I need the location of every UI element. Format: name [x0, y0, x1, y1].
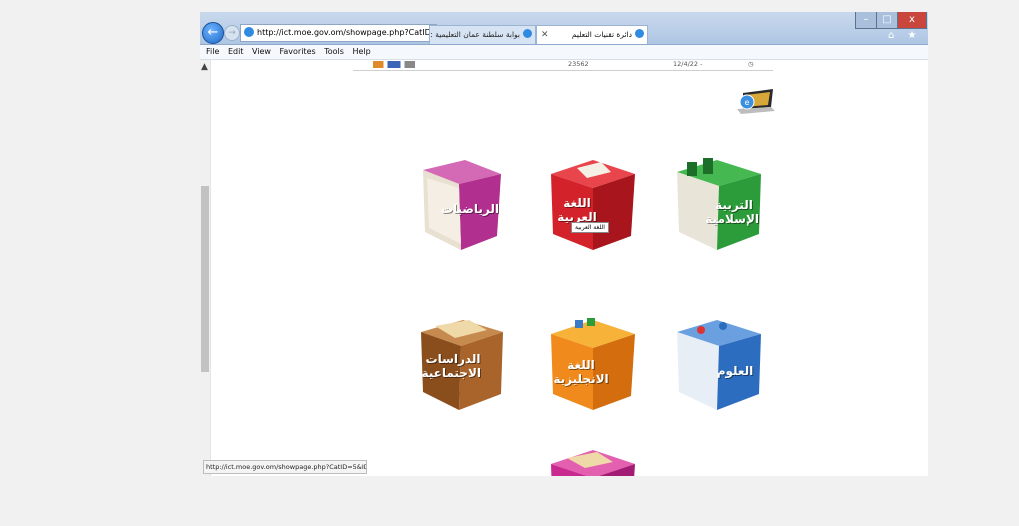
- scroll-thumb[interactable]: [201, 186, 209, 372]
- ie-tab-icon: [523, 29, 532, 38]
- minimize-button[interactable]: –: [855, 12, 877, 29]
- menu-favorites[interactable]: Favorites: [280, 47, 316, 56]
- menu-help[interactable]: Help: [352, 47, 370, 56]
- subject-box-art[interactable]: [547, 446, 637, 476]
- clock-icon: ◷: [748, 60, 754, 68]
- tab-portal[interactable]: بوابة سلطنة عمان التعليمية : وزارة ا...: [429, 25, 536, 44]
- address-url: http://ict.moe.gov.om/showpage.php?CatID…: [257, 28, 436, 37]
- ie-page-icon: [244, 27, 254, 37]
- address-bar[interactable]: http://ict.moe.gov.om/showpage.php?CatID…: [240, 24, 437, 42]
- close-button[interactable]: x: [897, 12, 927, 29]
- subject-box-arabic[interactable]: اللغة العربية اللغة العربية: [547, 156, 637, 252]
- subject-box-social[interactable]: الدراسات الاجتماعية: [415, 316, 505, 412]
- forward-button[interactable]: →: [224, 25, 240, 41]
- tab-label: بوابة سلطنة عمان التعليمية : وزارة ا...: [430, 30, 520, 39]
- subject-label: اللغة العربية: [557, 196, 597, 224]
- subject-box-english[interactable]: اللغة الانجليزية: [547, 316, 637, 412]
- subject-label: الدراسات الاجتماعية: [421, 352, 481, 380]
- back-button[interactable]: ←: [202, 22, 224, 44]
- info-strip: 23562 12/4/22 - ◷: [353, 60, 773, 71]
- subject-label: الرياضيات: [440, 202, 499, 216]
- browser-window: – □ x ← → http://ict.moe.gov.om/showpage…: [200, 12, 928, 476]
- close-tab-icon[interactable]: ✕: [541, 26, 549, 44]
- menu-bar: File Edit View Favorites Tools Help: [200, 45, 928, 60]
- subject-box-islamic[interactable]: التربية الإسلامية: [673, 156, 763, 252]
- status-bar-url: http://ict.moe.gov.om/showpage.php?CatID…: [203, 460, 367, 474]
- menu-file[interactable]: File: [206, 47, 219, 56]
- elearning-laptop-icon[interactable]: e: [735, 89, 777, 115]
- share-icons[interactable]: [373, 61, 415, 68]
- hover-tooltip: اللغة العربية: [571, 222, 609, 233]
- date-value: 12/4/22 -: [673, 60, 703, 68]
- subject-label: التربية الإسلامية: [705, 198, 759, 226]
- box-graphic: [551, 450, 635, 476]
- subject-label: العلوم: [716, 364, 754, 378]
- page-content: ▲ 23562 12/4/22 - ◷ e الرياضيات اللغة ال…: [200, 60, 928, 476]
- title-bar: – □ x ← → http://ict.moe.gov.om/showpage…: [200, 12, 928, 45]
- subject-box-science[interactable]: العلوم: [673, 316, 763, 412]
- scroll-up-icon[interactable]: ▲: [201, 62, 208, 72]
- visit-count: 23562: [568, 60, 589, 68]
- vertical-scrollbar[interactable]: ▲: [200, 60, 211, 476]
- subject-label: اللغة الانجليزية: [553, 358, 609, 386]
- svg-text:e: e: [745, 98, 750, 107]
- menu-view[interactable]: View: [252, 47, 271, 56]
- browser-tools[interactable]: ⌂ ★ ⚙: [888, 30, 928, 41]
- tab-label: دائرة تقنيات التعليم: [571, 30, 632, 39]
- tab-active[interactable]: دائرة تقنيات التعليم ✕: [536, 25, 648, 44]
- ie-tab-icon: [635, 29, 644, 38]
- subject-box-math[interactable]: الرياضيات: [415, 156, 505, 252]
- menu-tools[interactable]: Tools: [324, 47, 344, 56]
- maximize-button[interactable]: □: [876, 12, 898, 29]
- menu-edit[interactable]: Edit: [228, 47, 244, 56]
